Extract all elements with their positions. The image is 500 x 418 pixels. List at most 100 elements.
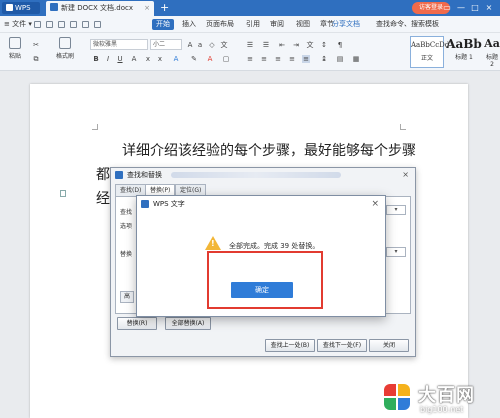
minimize-icon[interactable]: — <box>454 0 468 16</box>
find-previous-button[interactable]: 查找上一处(B) <box>265 339 315 352</box>
highlight-icon[interactable]: ✎ <box>190 55 198 63</box>
shrink-font-icon[interactable]: a <box>196 41 204 49</box>
big100-logo-icon <box>380 380 414 414</box>
restore-icon[interactable]: ▭ <box>440 0 454 16</box>
window-controls: ▭ — □ × <box>440 0 496 16</box>
save-icon[interactable] <box>34 21 41 28</box>
italic-icon[interactable]: I <box>104 55 112 63</box>
menu-home[interactable]: 开始 <box>152 19 174 30</box>
redo-icon[interactable] <box>94 21 101 28</box>
font-color-icon[interactable]: A <box>206 55 214 63</box>
font-size-select[interactable]: 小二 <box>150 39 182 50</box>
paragraph-handle-icon[interactable] <box>60 190 66 197</box>
superscript-icon[interactable]: x <box>144 55 152 63</box>
wps-logo-icon <box>6 4 13 11</box>
message-title-bar[interactable]: WPS 文字 × <box>137 196 385 212</box>
menu-references[interactable]: 引用 <box>246 19 260 30</box>
print-icon[interactable] <box>58 21 65 28</box>
message-close-icon[interactable]: × <box>371 196 379 212</box>
title-bar: WPS 新建 DOCX 文档.docx × + 访客登录 ▭ — □ × <box>0 0 500 16</box>
cut-icon[interactable]: ✂ <box>32 41 40 49</box>
options-label: 选项 <box>120 223 133 230</box>
align-center-icon[interactable]: ≡ <box>260 55 268 63</box>
message-title: WPS 文字 <box>153 200 185 208</box>
format-painter-icon <box>59 37 71 49</box>
style-heading-2[interactable]: Aa 标题 2 <box>484 36 500 68</box>
style-normal-sample: AaBbCcDd <box>411 41 450 49</box>
style-heading-1[interactable]: AaBb 标题 1 <box>446 36 482 68</box>
align-right-icon[interactable]: ≡ <box>274 55 282 63</box>
phonetic-icon[interactable]: 文 <box>220 41 228 49</box>
open-icon[interactable] <box>46 21 53 28</box>
char-border-icon[interactable]: ▢ <box>222 55 230 63</box>
advanced-search-button[interactable]: 高 <box>120 291 134 303</box>
find-dropdown[interactable]: ▾ <box>386 205 406 215</box>
close-icon[interactable]: × <box>482 0 496 16</box>
find-replace-title-bar[interactable]: 查找和替换 × <box>111 168 415 182</box>
decrease-indent-icon[interactable]: ⇤ <box>278 41 286 49</box>
document-tab[interactable]: 新建 DOCX 文档.docx × <box>46 1 154 16</box>
ribbon-toolbar: 粘贴 ✂ ⧉ 格式刷 微软雅黑 小二 A a ◇ 文 B I U A x x A… <box>0 33 500 71</box>
paste-label: 粘贴 <box>8 53 21 60</box>
style-heading-1-sample: AaBb <box>446 37 482 51</box>
increase-indent-icon[interactable]: ⇥ <box>292 41 300 49</box>
copy-icon[interactable]: ⧉ <box>32 55 40 63</box>
replace-button[interactable]: 替换(R) <box>117 317 157 330</box>
subscript-icon[interactable]: x <box>156 55 164 63</box>
bullet-list-icon[interactable]: ☰ <box>246 41 254 49</box>
document-text-line-1[interactable]: 详细介绍该经验的每个步骤，最好能够每个步骤 <box>122 140 416 160</box>
replace-all-button[interactable]: 全部替换(A) <box>165 317 211 330</box>
replace-dropdown[interactable]: ▾ <box>386 247 406 257</box>
wps-app-button[interactable]: WPS <box>2 2 40 14</box>
document-text-line-2[interactable]: 都 <box>96 164 110 184</box>
paste-button[interactable]: 粘贴 <box>4 37 26 60</box>
margin-corner-top-left <box>92 124 98 130</box>
clear-format-icon[interactable]: ◇ <box>208 41 216 49</box>
highlight-annotation-box <box>207 251 323 309</box>
style-heading-1-label: 标题 1 <box>455 54 473 61</box>
menu-view[interactable]: 视图 <box>296 19 310 30</box>
share-document-button[interactable]: 分享文档 <box>332 19 360 30</box>
distributed-icon[interactable]: ≡ <box>302 55 310 63</box>
margin-corner-top-right <box>400 124 406 130</box>
align-left-icon[interactable]: ≡ <box>246 55 254 63</box>
style-normal[interactable]: AaBbCcDd 正文 <box>410 36 450 68</box>
find-next-button[interactable]: 查找下一处(F) <box>317 339 367 352</box>
underline-icon[interactable]: U <box>116 55 124 63</box>
tab-close-icon[interactable]: × <box>144 1 150 16</box>
menu-review[interactable]: 审阅 <box>270 19 284 30</box>
numbered-list-icon[interactable]: ☰ <box>262 41 270 49</box>
blurred-region <box>171 172 341 178</box>
wps-writer-icon <box>115 171 123 179</box>
menu-insert[interactable]: 插入 <box>182 19 196 30</box>
font-name-select[interactable]: 微软雅黑 <box>90 39 148 50</box>
search-command-field[interactable]: 查找命令、搜索模板 <box>376 19 439 30</box>
find-replace-close-icon[interactable]: × <box>402 168 409 182</box>
format-painter-button[interactable]: 格式刷 <box>52 37 78 60</box>
document-tab-label: 新建 DOCX 文档.docx <box>61 4 133 12</box>
grow-font-icon[interactable]: A <box>186 41 194 49</box>
watermark-title: 大百网 <box>418 385 475 406</box>
style-heading-2-sample: Aa <box>484 37 500 50</box>
close-button[interactable]: 关闭 <box>369 339 409 352</box>
document-text-line-3[interactable]: 经 <box>96 188 110 208</box>
wps-writer-icon <box>141 200 149 208</box>
show-marks-icon[interactable]: ¶ <box>336 41 344 49</box>
maximize-icon[interactable]: □ <box>468 0 482 16</box>
menu-page-layout[interactable]: 页面布局 <box>206 19 234 30</box>
menu-file[interactable]: ≡ 文件 ▾ <box>4 19 32 30</box>
justify-icon[interactable]: ≡ <box>288 55 296 63</box>
chinese-layout-icon[interactable]: 文 <box>306 41 314 49</box>
strikethrough-icon[interactable]: A <box>130 55 138 63</box>
preview-icon[interactable] <box>70 21 77 28</box>
sort-icon[interactable]: ↕ <box>320 41 328 49</box>
style-heading-2-label: 标题 2 <box>485 54 498 68</box>
borders-icon[interactable]: ▦ <box>352 55 360 63</box>
shading-icon[interactable]: ▤ <box>336 55 344 63</box>
line-spacing-icon[interactable]: ↨ <box>320 55 328 63</box>
text-effect-icon[interactable]: A <box>172 55 180 63</box>
watermark-url: big100.net <box>420 405 464 414</box>
new-tab-button[interactable]: + <box>160 0 169 16</box>
undo-icon[interactable] <box>82 21 89 28</box>
bold-icon[interactable]: B <box>92 55 100 63</box>
